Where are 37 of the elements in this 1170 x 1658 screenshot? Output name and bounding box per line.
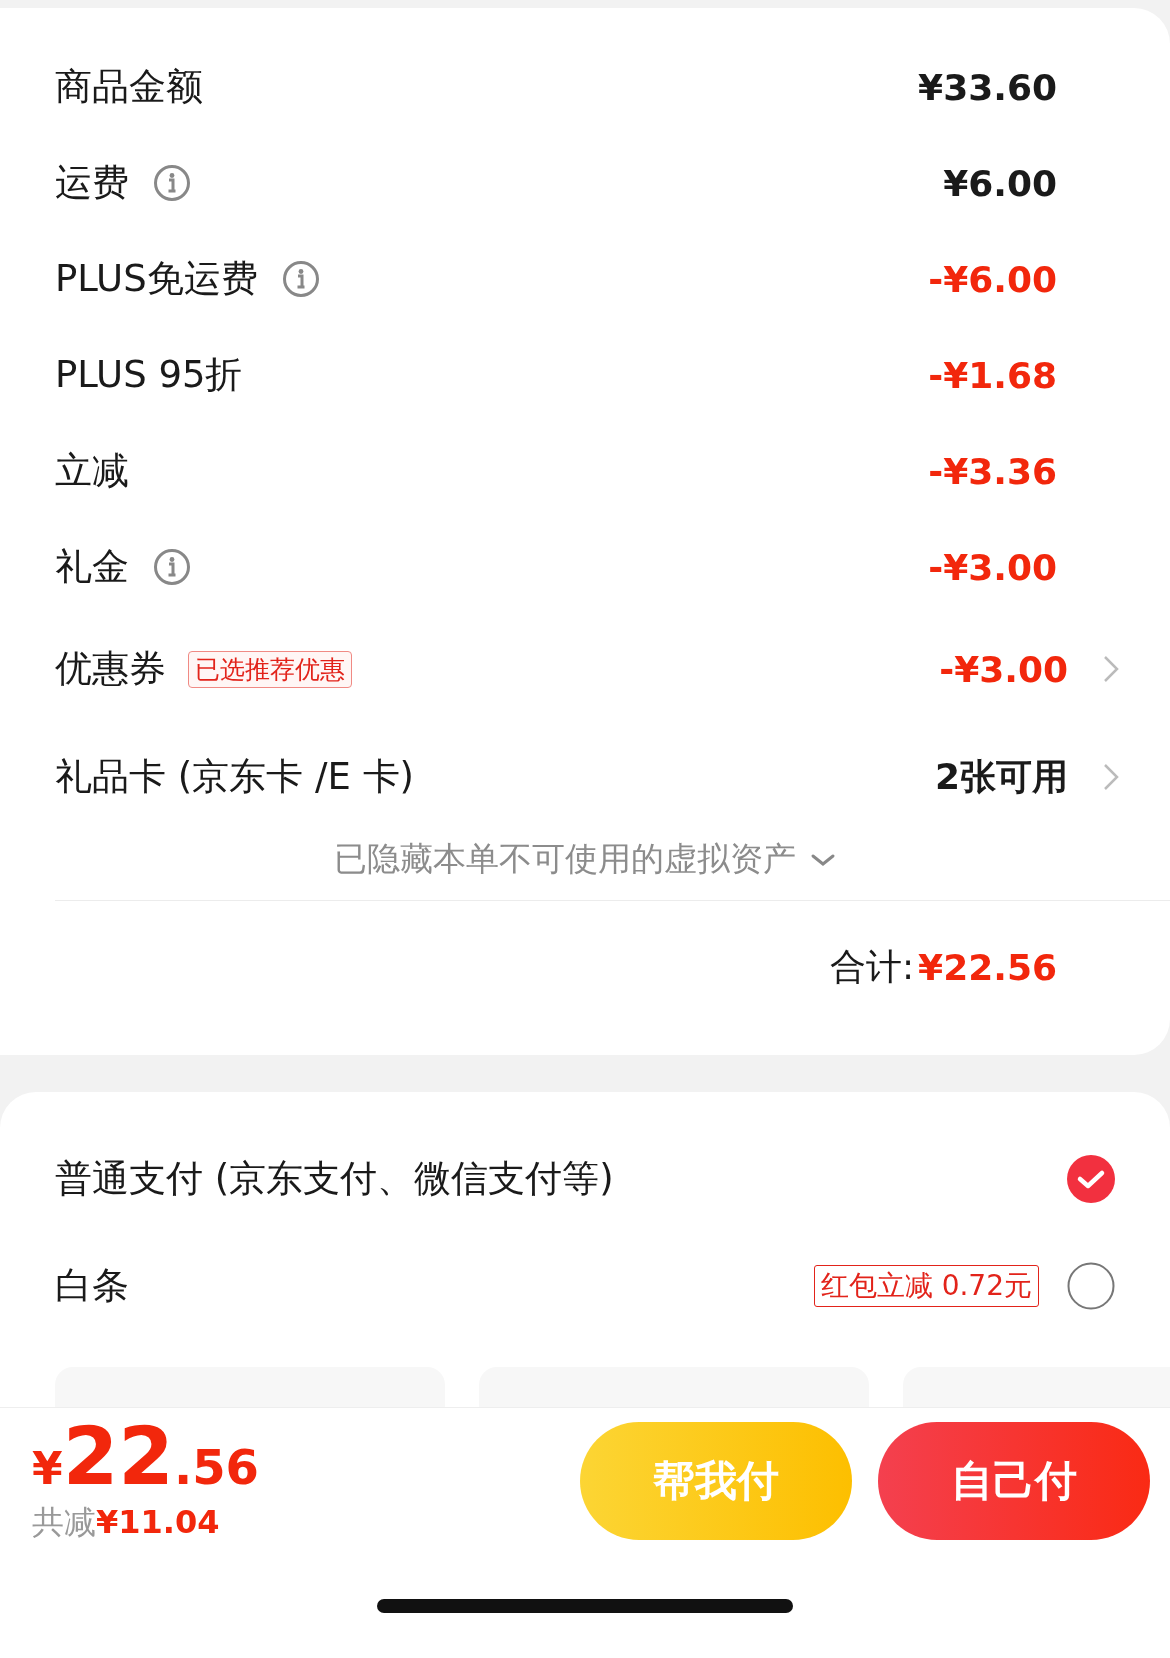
- row-label: 运费: [55, 160, 129, 206]
- row-value: -¥3.00: [928, 546, 1057, 588]
- row-label: PLUS 95折: [55, 352, 243, 398]
- row-value: -¥3.36: [928, 450, 1057, 492]
- row-label: 优惠券: [55, 646, 166, 692]
- info-icon[interactable]: [281, 260, 320, 298]
- total-label: 合计:: [829, 945, 915, 989]
- row-label: 礼金: [55, 544, 129, 590]
- row-value: ¥6.00: [943, 162, 1057, 204]
- chevron-right-icon[interactable]: [1102, 654, 1120, 684]
- hidden-assets-note[interactable]: 已隐藏本单不可使用的虚拟资产: [334, 837, 796, 882]
- info-icon[interactable]: [153, 548, 191, 586]
- currency-symbol: ¥: [32, 1447, 63, 1491]
- pay-button[interactable]: 自己付: [878, 1422, 1150, 1540]
- saved-label: 共减: [32, 1502, 96, 1543]
- payment-option-label[interactable]: 普通支付 (京东支付、微信支付等): [55, 1154, 614, 1205]
- chevron-right-icon[interactable]: [1102, 762, 1120, 792]
- price-integer: 22: [62, 1417, 174, 1497]
- row-value: -¥6.00: [928, 258, 1057, 300]
- row-label: PLUS免运费: [55, 256, 258, 302]
- row-label: 商品金额: [55, 64, 203, 110]
- row-label: 立减: [55, 448, 129, 494]
- radio-icon[interactable]: [1067, 1261, 1115, 1310]
- row-value: ¥33.60: [918, 66, 1057, 108]
- promo-tag: 红包立减 0.72元: [813, 1264, 1039, 1307]
- info-icon[interactable]: [153, 164, 191, 202]
- tag: 已选推荐优惠: [188, 650, 352, 688]
- row-value: -¥3.00: [939, 648, 1068, 690]
- payment-option-label[interactable]: 白条: [55, 1260, 129, 1311]
- chevron-down-icon[interactable]: [810, 852, 836, 867]
- row-value: -¥1.68: [928, 354, 1057, 396]
- price-decimal: .56: [173, 1443, 259, 1491]
- row-value: 2张可用: [934, 754, 1068, 799]
- total-amount: ¥22.56: [918, 947, 1057, 988]
- checked-radio-icon[interactable]: [1067, 1155, 1115, 1204]
- row-label: 礼品卡 (京东卡 /E 卡): [55, 754, 414, 800]
- saved-amount: ¥11.04: [96, 1503, 220, 1541]
